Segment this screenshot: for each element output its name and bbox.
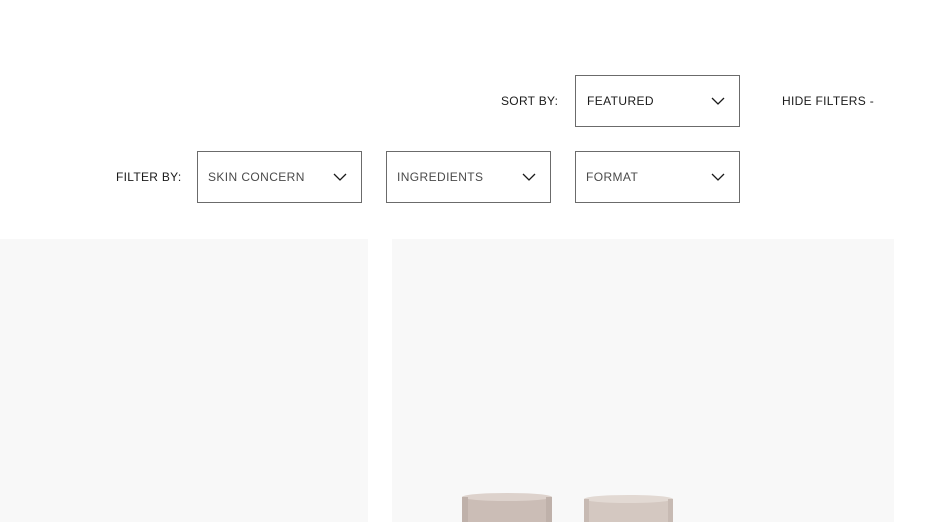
sort-dropdown[interactable]: FEATURED [575,75,740,127]
filter-skin-concern-label: SKIN CONCERN [208,170,305,184]
filter-skin-concern-dropdown[interactable]: SKIN CONCERN [197,151,362,203]
chevron-down-icon [711,97,725,105]
hide-filters-link[interactable]: HIDE FILTERS - [782,94,874,108]
filter-by-label: FILTER BY: [116,170,182,184]
chevron-down-icon [711,173,725,181]
chevron-down-icon [333,173,347,181]
filter-format-dropdown[interactable]: FORMAT [575,151,740,203]
product-image [462,493,673,522]
filter-format-label: FORMAT [586,170,639,184]
product-card[interactable] [392,239,894,522]
filter-ingredients-label: INGREDIENTS [397,170,484,184]
sort-by-label: SORT BY: [501,94,559,108]
filter-ingredients-dropdown[interactable]: INGREDIENTS [386,151,551,203]
chevron-down-icon [522,173,536,181]
product-card[interactable] [0,239,368,522]
sort-selected-value: FEATURED [587,94,654,108]
